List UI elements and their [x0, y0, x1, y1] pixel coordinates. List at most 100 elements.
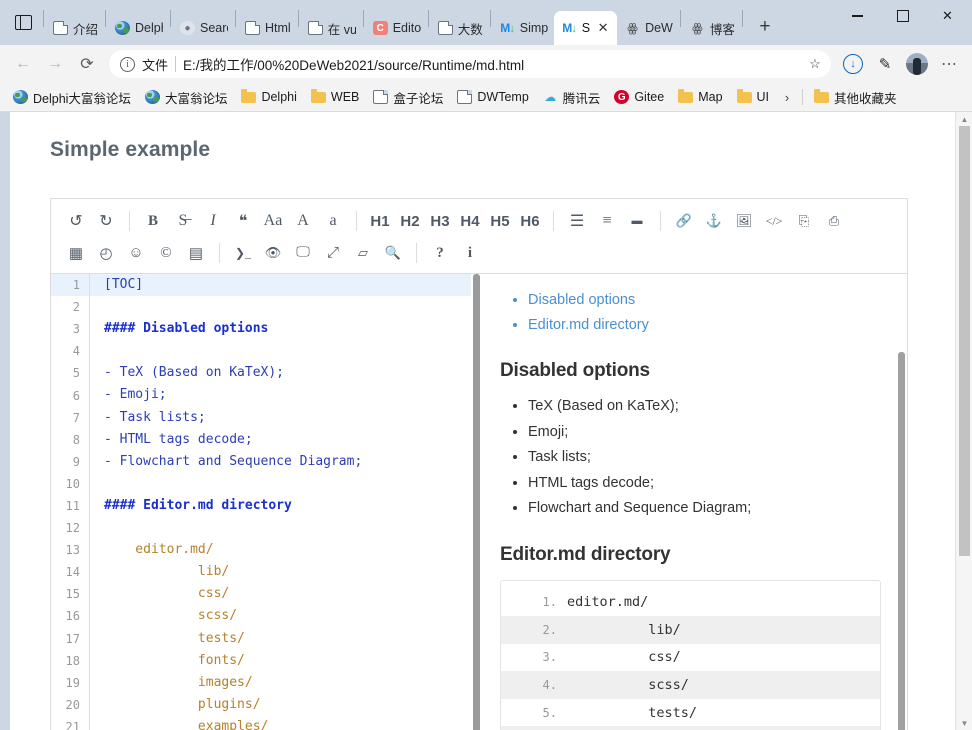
- datetime-button[interactable]: ◴: [91, 238, 121, 268]
- tab-search-icon: [14, 15, 32, 30]
- maximize-button[interactable]: [880, 0, 925, 32]
- close-icon[interactable]: ✕: [595, 20, 611, 36]
- tab-search-button[interactable]: [4, 0, 42, 45]
- toc-item[interactable]: Editor.md directory: [528, 313, 881, 338]
- anchor-button[interactable]: ⚓: [699, 206, 729, 236]
- toc-link[interactable]: Editor.md directory: [528, 317, 649, 333]
- info-button[interactable]: i: [455, 238, 485, 268]
- bold-button[interactable]: B: [138, 206, 168, 236]
- bookmark-item[interactable]: Delphi: [234, 87, 303, 107]
- downloads-button[interactable]: ↓: [838, 49, 868, 79]
- table-button[interactable]: ▦: [61, 238, 91, 268]
- address-bar[interactable]: i 文件 E:/我的工作/00%20DeWeb2021/source/Runti…: [109, 50, 831, 78]
- italic-button[interactable]: I: [198, 206, 228, 236]
- cloud-icon: ☁: [544, 90, 557, 104]
- bookmark-item[interactable]: 盒子论坛: [366, 85, 450, 110]
- scroll-up-arrow[interactable]: ▲: [956, 112, 972, 126]
- code-editor[interactable]: 1 [TOC] 2 3 #### Disabled options 4 5 - …: [51, 274, 471, 730]
- tab-separator: [427, 9, 429, 27]
- editor-toolbar: ↺ ↻ B S̶ I ❝ Aa A a H1 H2 H3 H4 H5 H6 ☰ …: [51, 199, 907, 274]
- bookmark-item[interactable]: 大富翁论坛: [138, 85, 235, 110]
- browser-tab[interactable]: Html: [237, 11, 297, 45]
- code-block-button[interactable]: ⎘: [789, 206, 819, 236]
- bookmark-item[interactable]: UI: [730, 87, 777, 107]
- link-button[interactable]: 🔗: [669, 206, 699, 236]
- h1-button[interactable]: H1: [365, 206, 395, 236]
- html-entities-button[interactable]: ▤: [181, 238, 211, 268]
- browser-tab[interactable]: C Editor: [365, 11, 427, 45]
- bookmark-item[interactable]: WEB: [304, 87, 366, 107]
- search-button[interactable]: 🔍: [378, 238, 408, 268]
- quote-button[interactable]: ❝: [228, 206, 258, 236]
- image-button[interactable]: 🖼: [729, 206, 759, 236]
- toggle-preview-button[interactable]: 👁: [258, 238, 288, 268]
- bookmark-item[interactable]: Map: [671, 87, 729, 107]
- line-number: 7: [72, 410, 80, 425]
- clear-button[interactable]: ▱: [348, 238, 378, 268]
- h5-button[interactable]: H5: [485, 206, 515, 236]
- page-scrollbar[interactable]: ▲ ▼: [955, 112, 972, 730]
- terminal-button[interactable]: ❯_: [228, 238, 258, 268]
- browser-tab[interactable]: Delphi: [107, 11, 169, 45]
- unordered-list-button[interactable]: ☰: [562, 206, 592, 236]
- emoji-button[interactable]: ☺: [121, 238, 151, 268]
- uppercase-button[interactable]: A: [288, 206, 318, 236]
- bookmark-item[interactable]: DWTemp: [450, 87, 535, 107]
- browser-tab[interactable]: ꙮ DeW: [617, 11, 679, 45]
- font-size-button[interactable]: Aa: [258, 206, 288, 236]
- browser-tab[interactable]: ꙮ 博客: [682, 11, 741, 45]
- other-bookmarks-item[interactable]: 其他收藏夹: [807, 85, 904, 110]
- collections-button[interactable]: ✎: [870, 49, 900, 79]
- browser-tab[interactable]: 介绍: [45, 11, 104, 45]
- browser-tab[interactable]: 大数: [430, 11, 489, 45]
- site-info-icon[interactable]: i: [120, 56, 135, 72]
- markdown-preview: Disabled options Editor.md directory Dis…: [482, 274, 907, 730]
- divider: [416, 243, 417, 263]
- browser-tab[interactable]: 在 vu: [300, 11, 362, 45]
- help-button[interactable]: ?: [425, 238, 455, 268]
- toc-item[interactable]: Disabled options: [528, 288, 881, 313]
- scroll-down-arrow[interactable]: ▼: [956, 716, 972, 730]
- watch-button[interactable]: 🖵: [288, 238, 318, 268]
- back-button[interactable]: ←: [8, 49, 38, 79]
- h4-button[interactable]: H4: [455, 206, 485, 236]
- editor-line: 5 - TeX (Based on KaTeX);: [51, 362, 471, 385]
- list-item: HTML tags decode;: [528, 471, 881, 497]
- forward-button[interactable]: →: [40, 49, 70, 79]
- bookmarks-overflow-button[interactable]: ›: [776, 86, 798, 108]
- add-favorite-icon[interactable]: ☆: [803, 52, 827, 76]
- h6-button[interactable]: H6: [515, 206, 545, 236]
- collections-icon: ✎: [878, 56, 892, 73]
- preview-scrollbar[interactable]: [896, 274, 907, 730]
- lowercase-button[interactable]: a: [318, 206, 348, 236]
- code-inline-button[interactable]: </>: [759, 206, 789, 236]
- bookmark-item[interactable]: Delphi大富翁论坛: [6, 85, 138, 110]
- toc-link[interactable]: Disabled options: [528, 292, 635, 308]
- bookmark-item[interactable]: ☁ 腾讯云: [536, 85, 608, 110]
- strikethrough-button[interactable]: S̶: [168, 206, 198, 236]
- browser-tab-active[interactable]: M ↓ S ✕: [553, 11, 618, 45]
- browser-window: 介绍 Delphi ● Search Html 在 vu: [0, 0, 972, 730]
- profile-button[interactable]: [902, 49, 932, 79]
- bookmark-item[interactable]: G Gitee: [607, 87, 671, 107]
- page-scrollbar-thumb[interactable]: [959, 126, 970, 556]
- preview-scrollbar-thumb[interactable]: [898, 352, 905, 730]
- ordered-list-button[interactable]: ≡: [592, 206, 622, 236]
- h2-button[interactable]: H2: [395, 206, 425, 236]
- h3-button[interactable]: H3: [425, 206, 455, 236]
- editor-line: 12: [51, 517, 471, 540]
- browser-tab[interactable]: M ↓ Simp: [492, 11, 554, 45]
- pane-splitter[interactable]: [471, 274, 482, 730]
- undo-button[interactable]: ↺: [61, 206, 91, 236]
- preformatted-button[interactable]: ⎙: [819, 206, 849, 236]
- horizontal-rule-button[interactable]: ▬: [622, 206, 652, 236]
- settings-more-button[interactable]: ⋯: [934, 49, 964, 79]
- reload-button[interactable]: ⟳: [72, 49, 102, 79]
- new-tab-button[interactable]: +: [750, 12, 780, 42]
- minimize-button[interactable]: [835, 0, 880, 32]
- fullscreen-button[interactable]: ⤢: [318, 238, 348, 268]
- close-window-button[interactable]: ✕: [925, 0, 970, 32]
- copyright-button[interactable]: ©: [151, 238, 181, 268]
- browser-tab[interactable]: ● Search: [172, 11, 234, 45]
- redo-button[interactable]: ↻: [91, 206, 121, 236]
